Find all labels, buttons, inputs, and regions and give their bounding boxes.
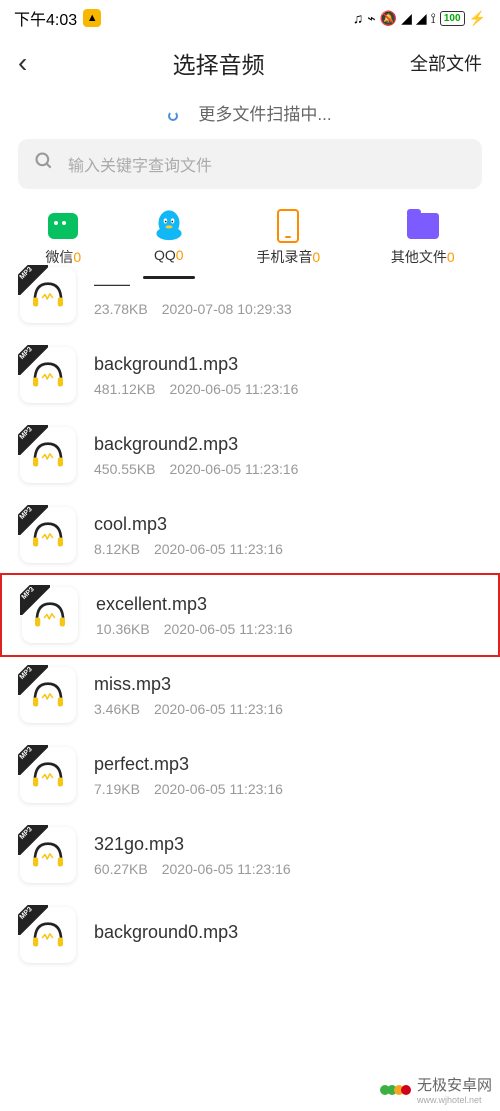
file-name: perfect.mp3 <box>94 754 480 775</box>
search-input[interactable]: 输入关键字查询文件 <box>18 139 482 189</box>
file-item[interactable]: excellent.mp3 10.36KB 2020-06-05 11:23:16 <box>0 573 500 657</box>
file-item[interactable]: background1.mp3 481.12KB 2020-06-05 11:23:… <box>0 335 500 415</box>
file-meta: 3.46KB 2020-06-05 11:23:16 <box>94 701 480 717</box>
file-name: cool.mp3 <box>94 514 480 535</box>
mp3-tag-icon <box>18 745 48 775</box>
file-date: 2020-07-08 10:29:33 <box>162 301 292 317</box>
file-size: 481.12KB <box>94 381 156 397</box>
file-thumbnail <box>20 667 76 723</box>
file-thumbnail <box>20 507 76 563</box>
back-icon[interactable]: ‹ <box>18 47 27 79</box>
tab-wechat[interactable]: 微信0 <box>45 209 81 275</box>
file-date: 2020-06-05 11:23:16 <box>154 781 283 797</box>
all-files-button[interactable]: 全部文件 <box>410 50 482 76</box>
mp3-tag-icon <box>18 905 48 935</box>
qq-icon <box>152 209 186 243</box>
file-meta: 60.27KB 2020-06-05 11:23:16 <box>94 861 480 877</box>
mp3-tag-icon <box>18 505 48 535</box>
signal-icon: ◢ <box>401 10 412 27</box>
tab-phone-recordings[interactable]: 手机录音0 <box>256 209 320 275</box>
file-date: 2020-06-05 11:23:16 <box>154 541 283 557</box>
file-date: 2020-06-05 11:23:16 <box>170 461 299 477</box>
tab-other-files[interactable]: 其他文件0 <box>391 209 455 275</box>
file-list: ——23.78KB2020-07-08 10:29:33background1.… <box>0 255 500 975</box>
file-size: 8.12KB <box>94 541 140 557</box>
search-icon <box>34 151 54 177</box>
file-meta: 450.55KB 2020-06-05 11:23:16 <box>94 461 480 477</box>
signal2-icon: ◢ <box>416 10 427 27</box>
file-item[interactable]: miss.mp3 3.46KB 2020-06-05 11:23:16 <box>0 655 500 735</box>
file-size: 23.78KB <box>94 301 148 317</box>
tab-qq[interactable]: QQ0 <box>152 209 186 275</box>
status-icons: ♫ ⌁ 🔕 ◢ ◢ ⟟ 100 ⚡ <box>353 10 486 27</box>
file-meta: 8.12KB 2020-06-05 11:23:16 <box>94 541 480 557</box>
folder-icon <box>407 213 439 239</box>
mp3-tag-icon <box>20 585 50 615</box>
file-thumbnail <box>20 827 76 883</box>
file-thumbnail <box>20 427 76 483</box>
watermark-logo-icon <box>383 1085 411 1095</box>
mp3-tag-icon <box>18 345 48 375</box>
file-size: 3.46KB <box>94 701 140 717</box>
file-size: 10.36KB <box>96 621 150 637</box>
file-name: miss.mp3 <box>94 674 480 695</box>
file-size: 450.55KB <box>94 461 156 477</box>
file-meta: 23.78KB 2020-07-08 10:29:33 <box>94 301 480 317</box>
file-name: background2.mp3 <box>94 434 480 455</box>
file-name: background0.mp3 <box>94 922 480 943</box>
search-placeholder: 输入关键字查询文件 <box>68 152 212 176</box>
app-badge-icon: ▲ <box>83 9 101 27</box>
file-date: 2020-06-05 11:23:16 <box>154 701 283 717</box>
battery-icon: 100 <box>440 11 465 26</box>
watermark: 无极安卓网 www.wjhotel.net <box>383 1074 492 1105</box>
charge-icon: ⚡ <box>469 10 486 27</box>
file-size: 7.19KB <box>94 781 140 797</box>
phone-icon <box>277 209 299 243</box>
file-thumbnail <box>22 587 78 643</box>
file-item[interactable]: background0.mp3 <box>0 895 500 975</box>
file-thumbnail <box>20 267 76 323</box>
bluetooth-icon: ⌁ <box>367 10 375 27</box>
file-thumbnail <box>20 907 76 963</box>
file-item[interactable]: perfect.mp3 7.19KB 2020-06-05 11:23:16 <box>0 735 500 815</box>
status-time: 下午4:03 <box>14 6 77 30</box>
page-title: 选择音频 <box>173 46 265 80</box>
file-item[interactable]: cool.mp3 8.12KB 2020-06-05 11:23:16 <box>0 495 500 575</box>
file-name: excellent.mp3 <box>96 594 478 615</box>
file-meta: 481.12KB 2020-06-05 11:23:16 <box>94 381 480 397</box>
file-size: 60.27KB <box>94 861 148 877</box>
status-bar: 下午4:03 ▲ ♫ ⌁ 🔕 ◢ ◢ ⟟ 100 ⚡ <box>0 0 500 36</box>
file-meta: 10.36KB 2020-06-05 11:23:16 <box>96 621 478 637</box>
wifi-icon: ⟟ <box>431 10 436 27</box>
headphones-icon: ♫ <box>353 10 364 26</box>
file-meta: 7.19KB 2020-06-05 11:23:16 <box>94 781 480 797</box>
scanning-text: 更多文件扫描中... <box>0 90 500 139</box>
file-name: 321go.mp3 <box>94 834 480 855</box>
file-thumbnail <box>20 747 76 803</box>
mp3-tag-icon <box>18 425 48 455</box>
header: ‹ 选择音频 全部文件 <box>0 36 500 90</box>
file-date: 2020-06-05 11:23:16 <box>164 621 293 637</box>
file-item[interactable]: 321go.mp3 60.27KB 2020-06-05 11:23:16 <box>0 815 500 895</box>
mp3-tag-icon <box>18 265 48 295</box>
file-name: background1.mp3 <box>94 354 480 375</box>
mp3-tag-icon <box>18 665 48 695</box>
wechat-icon <box>48 213 78 239</box>
mute-icon: 🔕 <box>380 10 397 27</box>
file-date: 2020-06-05 11:23:16 <box>170 381 299 397</box>
mp3-tag-icon <box>18 825 48 855</box>
file-thumbnail <box>20 347 76 403</box>
file-date: 2020-06-05 11:23:16 <box>162 861 291 877</box>
file-item[interactable]: background2.mp3 450.55KB 2020-06-05 11:23:… <box>0 415 500 495</box>
